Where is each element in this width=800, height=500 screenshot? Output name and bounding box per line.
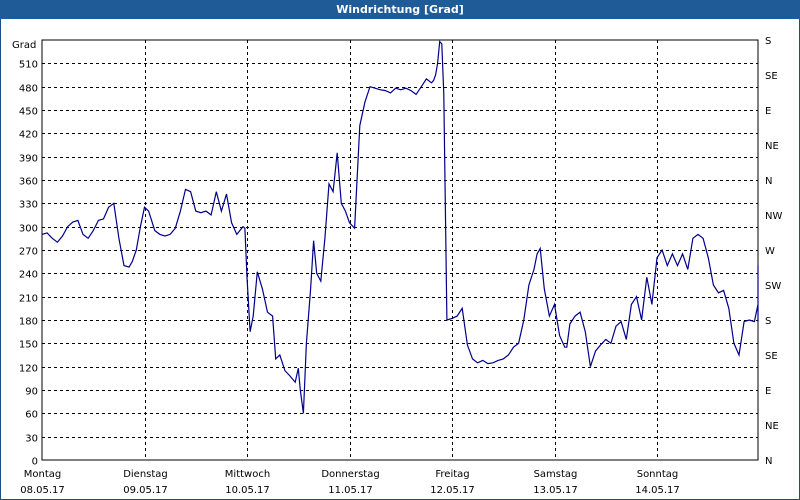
x-day-label: Mittwoch [225,469,270,480]
y-tick-label: 300 [19,224,38,235]
y-tick-label: 120 [19,364,38,375]
x-date-label: 12.05.17 [430,485,475,496]
y-tick-label: 60 [25,410,38,421]
right-axis-label: W [765,246,775,257]
y-tick-label: 330 [19,200,38,211]
right-axis-label: SE [765,351,778,362]
right-axis-label: SE [765,71,778,82]
right-axis-label: E [765,386,771,397]
y-tick-label: 180 [19,317,38,328]
x-date-label: 08.05.17 [20,485,65,496]
y-tick-label: 390 [19,154,38,165]
right-axis-label: NE [765,141,779,152]
x-day-label: Freitag [435,469,469,480]
y-tick-label: 150 [19,340,38,351]
right-axis-label: NW [765,211,782,222]
x-date-label: 09.05.17 [123,485,168,496]
x-date-label: 11.05.17 [328,485,373,496]
y-tick-label: 480 [19,84,38,95]
right-axis-label: S [765,316,771,327]
x-date-label: 10.05.17 [225,485,270,496]
x-day-label: Dienstag [123,469,168,480]
grid-layer [41,39,759,461]
right-axis-label: SW [765,281,781,292]
right-axis-label: N [765,176,772,187]
right-axis-label: N [765,456,772,467]
y-tick-label: 270 [19,247,38,258]
right-axis-label: NE [765,421,779,432]
y-tick-label: 360 [19,177,38,188]
y-tick-label: 450 [19,107,38,118]
y-tick-label: 510 [19,60,38,71]
x-day-label: Montag [24,469,61,480]
x-day-label: Samstag [534,469,578,480]
x-date-label: 14.05.17 [635,485,680,496]
y-tick-label: 240 [19,270,38,281]
y-tick-label: 90 [25,387,38,398]
wind-direction-chart: Grad 0 30 60 90 120 150 180 210 240 270 300 330 360 3… [12,36,782,496]
x-day-label: Sonntag [637,469,679,480]
right-axis-label: E [765,106,771,117]
right-axis-label: S [765,36,771,47]
y-tick-label: 30 [25,434,38,445]
y-axis-label: Grad [12,40,36,51]
y-tick-label: 210 [19,294,38,305]
y-tick-label: 0 [32,457,38,468]
y-tick-label: 420 [19,130,38,141]
x-day-label: Donnerstag [321,469,379,480]
x-date-label: 13.05.17 [533,485,578,496]
